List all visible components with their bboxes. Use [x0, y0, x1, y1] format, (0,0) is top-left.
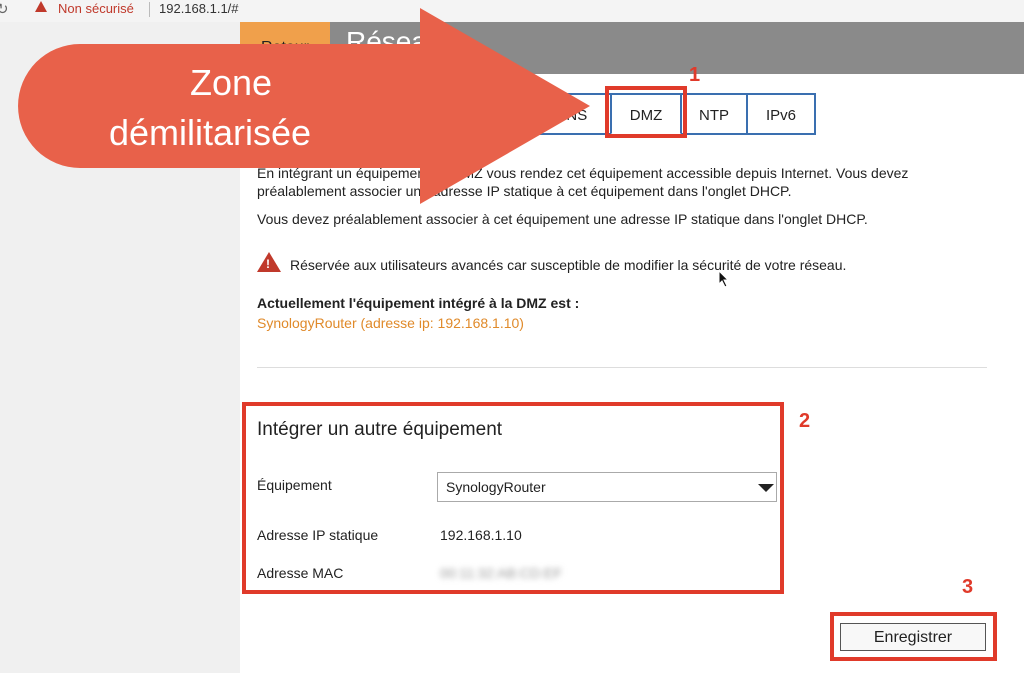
warning-text: Réservée aux utilisateurs avancés car su…	[290, 257, 847, 273]
step-number: 3	[962, 576, 974, 598]
highlight-box	[242, 402, 784, 594]
annotation-text: démilitarisée	[109, 112, 312, 153]
step-number: 2	[799, 410, 811, 432]
highlight-box	[605, 86, 687, 138]
highlight-box	[830, 612, 997, 661]
divider	[257, 367, 987, 368]
warning-icon: !	[257, 252, 281, 272]
annotation-arrow	[18, 8, 590, 204]
annotation-text: Zone	[190, 62, 273, 103]
current-dmz-label: Actuellement l'équipement intégré à la D…	[257, 295, 580, 311]
cursor-icon	[718, 270, 730, 288]
tab-ipv6[interactable]: IPv6	[746, 93, 816, 135]
tab-ntp[interactable]: NTP	[682, 93, 746, 135]
current-dmz-value: SynologyRouter (adresse ip: 192.168.1.10…	[257, 315, 524, 331]
step-number: 1	[689, 64, 701, 86]
